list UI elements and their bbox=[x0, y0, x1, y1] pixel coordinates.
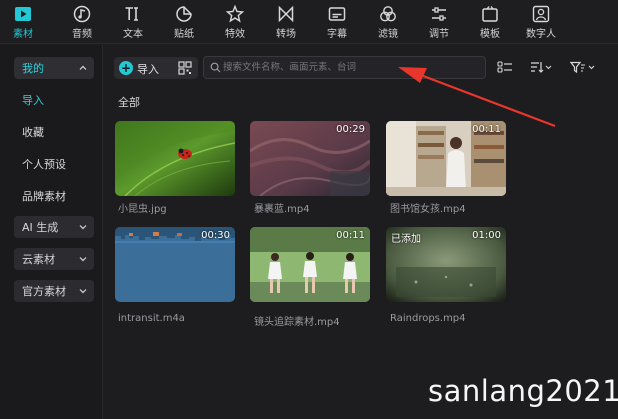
sidebar-item-ai[interactable]: AI 生成 bbox=[14, 216, 94, 238]
media-card[interactable] bbox=[115, 121, 235, 196]
duration-label: 00:30 bbox=[201, 230, 230, 241]
tab-template-label: 模板 bbox=[480, 29, 500, 40]
tab-effects-label: 特效 bbox=[225, 29, 245, 40]
tab-text[interactable]: 文本 bbox=[112, 3, 154, 41]
sidebar-item-label: 我的 bbox=[22, 62, 44, 75]
chevron-up-icon bbox=[79, 65, 87, 70]
duration-label: 01:00 bbox=[472, 230, 501, 241]
media-card[interactable]: 00:30 bbox=[115, 227, 235, 302]
watermark: sanlang2021 bbox=[428, 374, 618, 408]
media-card-name: intransit.m4a bbox=[118, 313, 185, 324]
chevron-down-icon bbox=[79, 225, 87, 230]
transition-icon bbox=[278, 5, 294, 23]
subtitle-icon bbox=[328, 7, 346, 21]
text-icon bbox=[125, 7, 138, 21]
sort-icon bbox=[531, 62, 552, 73]
duration-label: 00:11 bbox=[336, 230, 365, 241]
tab-adjust[interactable]: 调节 bbox=[418, 3, 460, 41]
sidebar-item-official[interactable]: 官方素材 bbox=[14, 280, 94, 302]
tab-audio-label: 音频 bbox=[72, 29, 92, 40]
sidebar-item-label: 品牌素材 bbox=[22, 190, 66, 203]
tab-filter[interactable]: 滤镜 bbox=[367, 3, 409, 41]
sidebar-item-import[interactable]: 导入 bbox=[14, 89, 94, 111]
media-card[interactable]: 00:11 bbox=[250, 227, 370, 302]
chevron-down-icon bbox=[79, 289, 87, 294]
tab-effects[interactable]: 特效 bbox=[214, 3, 256, 41]
sidebar-item-label: 云素材 bbox=[22, 253, 55, 266]
sort-button[interactable] bbox=[530, 59, 552, 75]
sidebar-item-label: 导入 bbox=[22, 94, 44, 107]
media-card[interactable]: 00:11 bbox=[386, 121, 506, 196]
tab-template[interactable]: 模板 bbox=[469, 3, 511, 41]
media-panel: + 导入 全部 小昆虫.jpg bbox=[104, 45, 618, 419]
tab-text-label: 文本 bbox=[123, 29, 143, 40]
tab-media[interactable]: 素材 bbox=[2, 3, 44, 41]
tab-audio[interactable]: 音频 bbox=[61, 3, 103, 41]
tab-sticker-label: 贴纸 bbox=[174, 29, 194, 40]
search-box bbox=[203, 56, 486, 79]
grid-view-icon bbox=[497, 61, 512, 73]
tab-transition[interactable]: 转场 bbox=[265, 3, 307, 41]
duration-label: 00:29 bbox=[336, 124, 365, 135]
media-card[interactable]: 已添加 01:00 bbox=[386, 227, 506, 302]
sidebar-item-cloud[interactable]: 云素材 bbox=[14, 248, 94, 270]
section-title: 全部 bbox=[118, 96, 140, 109]
digital-human-icon bbox=[532, 5, 550, 23]
media-card[interactable]: 00:29 bbox=[250, 121, 370, 196]
filter-icon bbox=[380, 6, 396, 22]
plus-icon: + bbox=[119, 61, 133, 75]
import-label: 导入 bbox=[137, 63, 159, 76]
media-card-name: Raindrops.mp4 bbox=[390, 313, 466, 324]
search-icon bbox=[210, 62, 221, 73]
media-card-name: 镜头追踪素材.mp4 bbox=[254, 317, 340, 328]
tab-digital-human[interactable]: 数字人 bbox=[520, 3, 562, 41]
qr-code-icon[interactable] bbox=[178, 61, 192, 75]
adjust-icon bbox=[432, 7, 446, 21]
tab-subtitle[interactable]: 字幕 bbox=[316, 3, 358, 41]
template-icon bbox=[482, 6, 498, 22]
media-card-name: 暴裹蓝.mp4 bbox=[254, 204, 310, 215]
sidebar-item-favorites[interactable]: 收藏 bbox=[14, 121, 94, 143]
chevron-down-icon bbox=[79, 257, 87, 262]
sidebar-item-mine[interactable]: 我的 bbox=[14, 57, 94, 79]
tab-transition-label: 转场 bbox=[276, 29, 296, 40]
sidebar-item-label: 收藏 bbox=[22, 126, 44, 139]
sidebar-item-brand[interactable]: 品牌素材 bbox=[14, 185, 94, 207]
media-card-name: 小昆虫.jpg bbox=[118, 204, 167, 215]
media-icon bbox=[15, 7, 31, 21]
top-toolbar: 素材 音频 文本 贴纸 特效 转场 字幕 滤镜 调节 模板 数字人 bbox=[0, 0, 618, 44]
sticker-icon bbox=[176, 6, 192, 22]
tab-digital-human-label: 数字人 bbox=[526, 29, 556, 40]
tab-subtitle-label: 字幕 bbox=[327, 29, 347, 40]
ladybug-thumbnail bbox=[115, 121, 235, 196]
audio-icon bbox=[73, 5, 91, 23]
import-button[interactable]: + 导入 bbox=[114, 57, 198, 79]
view-mode-button[interactable] bbox=[497, 59, 513, 75]
tab-adjust-label: 调节 bbox=[429, 29, 449, 40]
sidebar: 我的 导入 收藏 个人预设 品牌素材 AI 生成 云素材 官方素材 bbox=[0, 45, 103, 419]
sidebar-item-label: AI 生成 bbox=[22, 221, 59, 234]
tab-filter-label: 滤镜 bbox=[378, 29, 398, 40]
tab-sticker[interactable]: 贴纸 bbox=[163, 3, 205, 41]
filter-button[interactable] bbox=[570, 59, 596, 75]
duration-label: 00:11 bbox=[472, 124, 501, 135]
added-badge: 已添加 bbox=[391, 234, 421, 245]
funnel-filter-icon bbox=[570, 61, 595, 73]
effects-icon bbox=[226, 5, 244, 23]
sidebar-item-label: 官方素材 bbox=[22, 285, 66, 298]
sidebar-item-label: 个人预设 bbox=[22, 158, 66, 171]
tab-media-label: 素材 bbox=[13, 29, 33, 40]
sidebar-item-presets[interactable]: 个人预设 bbox=[14, 153, 94, 175]
media-card-name: 图书馆女孩.mp4 bbox=[390, 204, 466, 215]
search-input[interactable] bbox=[223, 59, 478, 76]
